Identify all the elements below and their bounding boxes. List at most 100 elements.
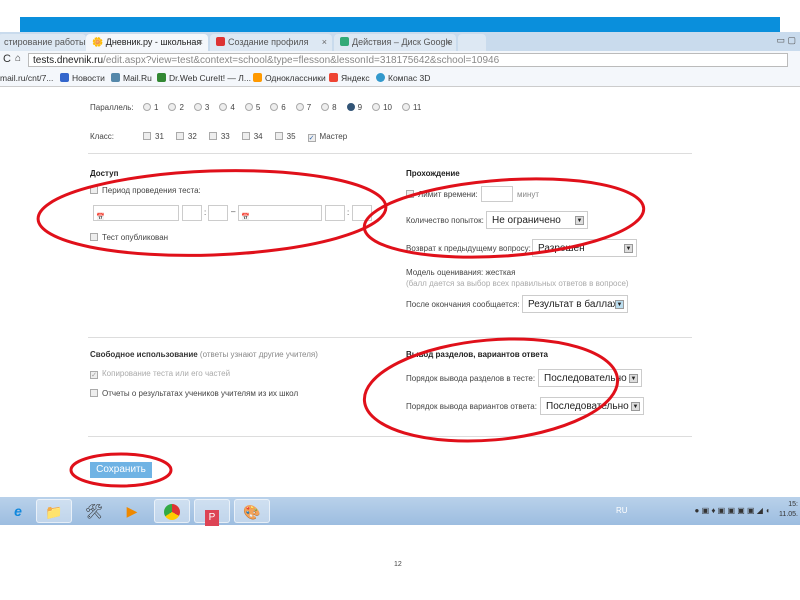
parallel-radio-9[interactable]: 9 <box>346 103 362 112</box>
start-hour-input[interactable] <box>182 205 202 221</box>
parallel-radio-4[interactable]: 4 <box>219 103 235 112</box>
parallel-radio-6[interactable]: 6 <box>270 103 286 112</box>
end-minute-input[interactable] <box>352 205 372 221</box>
chrome-icon[interactable] <box>154 499 190 523</box>
radio-icon[interactable] <box>168 103 177 111</box>
return-select[interactable]: Разрешен ▼ <box>532 239 637 257</box>
home-icon[interactable]: ⌂ <box>15 53 21 64</box>
radio-icon[interactable] <box>270 103 279 111</box>
tool-icon[interactable]: 🛠 <box>76 499 112 523</box>
chevron-down-icon[interactable]: ▼ <box>575 216 584 225</box>
radio-icon[interactable] <box>193 103 202 111</box>
divider <box>88 436 692 437</box>
class-checkbox-34[interactable]: 34 <box>241 132 263 141</box>
window-controls[interactable]: ▭ ▢ <box>776 35 796 46</box>
time-limit-checkbox[interactable]: Лимит времени: <box>406 190 478 199</box>
chevron-down-icon[interactable]: ▼ <box>631 402 640 411</box>
ie-icon[interactable]: e <box>0 499 36 523</box>
sections-order-select[interactable]: Последовательно ▼ <box>538 369 642 387</box>
bookmark-odnoklassniki[interactable]: Одноклассники <box>253 73 326 83</box>
powerpoint-icon[interactable]: P <box>194 499 230 526</box>
return-value: Разрешен <box>538 243 585 254</box>
parallel-radio-7[interactable]: 7 <box>295 103 311 112</box>
time-separator: : <box>204 208 207 217</box>
parallel-radio-11[interactable]: 11 <box>401 103 421 112</box>
parallel-option-label: 2 <box>179 103 184 112</box>
bookmark-label: Одноклассники <box>265 73 326 83</box>
bookmark-news[interactable]: Новости <box>60 73 105 83</box>
tab-dnevnik[interactable]: 🌼 Дневник.ру - школьная × <box>86 34 208 51</box>
radio-icon[interactable] <box>321 103 330 111</box>
checkbox-icon[interactable] <box>241 132 250 140</box>
published-label: Тест опубликован <box>102 233 169 242</box>
close-icon[interactable]: × <box>198 37 203 47</box>
checkbox-icon[interactable] <box>175 132 184 140</box>
period-checkbox[interactable]: Период проведения теста: <box>90 186 201 195</box>
chevron-down-icon[interactable]: ▼ <box>629 374 638 383</box>
tab-work[interactable]: стирование работы <box>0 34 86 51</box>
bookmark-yandex[interactable]: Яндекс <box>329 73 370 83</box>
start-date-input[interactable]: 📅 <box>93 205 179 221</box>
class-checkbox-Мастер[interactable]: ✓ Мастер <box>307 132 348 142</box>
save-button[interactable]: Сохранить <box>90 462 152 478</box>
class-checkbox-35[interactable]: 35 <box>274 132 296 141</box>
close-icon[interactable]: × <box>446 37 451 47</box>
radio-icon[interactable] <box>346 103 355 111</box>
class-option-label: Мастер <box>319 132 348 141</box>
after-select[interactable]: Результат в баллах ▼ <box>522 295 628 313</box>
calendar-icon[interactable]: 📅 <box>241 214 250 221</box>
time-limit-input[interactable] <box>481 186 513 202</box>
checkbox-icon[interactable]: ✓ <box>307 134 316 142</box>
close-icon[interactable]: × <box>322 37 327 47</box>
checkbox-icon[interactable] <box>143 132 151 140</box>
bookmark-kompas[interactable]: Компас 3D <box>376 73 430 83</box>
answers-order-label: Порядок вывода вариантов ответа: <box>406 402 537 411</box>
reports-checkbox[interactable]: Отчеты о результатах учеников учителям и… <box>90 389 298 398</box>
answers-order-select[interactable]: Последовательно ▼ <box>540 397 644 415</box>
chevron-down-icon[interactable]: ▼ <box>624 244 633 253</box>
end-hour-input[interactable] <box>325 205 345 221</box>
class-option-label: 35 <box>286 132 296 141</box>
bookmark-label: Яндекс <box>341 73 370 83</box>
tab-drive[interactable]: Действия – Диск Google × <box>334 34 456 51</box>
explorer-icon[interactable]: 📁 <box>36 499 72 523</box>
published-checkbox[interactable]: Тест опубликован <box>90 233 168 242</box>
new-tab-button[interactable] <box>458 34 486 51</box>
radio-icon[interactable] <box>372 103 381 111</box>
radio-icon[interactable] <box>295 103 304 111</box>
radio-icon[interactable] <box>244 103 253 111</box>
tab-profile[interactable]: Создание профиля × <box>210 34 332 51</box>
parallel-radio-5[interactable]: 5 <box>244 103 260 112</box>
reload-icon[interactable]: C <box>3 53 11 65</box>
paint-icon[interactable]: 🎨 <box>234 499 270 523</box>
checkbox-icon[interactable] <box>208 132 217 140</box>
parallel-radio-1[interactable]: 1 <box>143 103 158 112</box>
system-tray-icons[interactable]: ● ▣ ♦ ▣ ▣ ▣ ▣ ◢ ◖ <box>695 506 770 515</box>
parallel-radio-2[interactable]: 2 <box>168 103 184 112</box>
copy-checkbox[interactable]: ✓ Копирование теста или его частей <box>90 369 230 379</box>
time-limit-label: Лимит времени: <box>418 190 478 199</box>
class-checkbox-32[interactable]: 32 <box>175 132 197 141</box>
calendar-icon[interactable]: 📅 <box>96 214 105 221</box>
attempts-select[interactable]: Не ограничено ▼ <box>486 211 588 229</box>
end-date-input[interactable]: 📅 <box>238 205 322 221</box>
divider <box>88 153 692 154</box>
parallel-radio-3[interactable]: 3 <box>193 103 209 112</box>
radio-icon[interactable] <box>219 103 228 111</box>
parallel-radio-8[interactable]: 8 <box>321 103 337 112</box>
parallel-radio-10[interactable]: 10 <box>372 103 392 112</box>
bookmark-mailru[interactable]: Mail.Ru <box>111 73 152 83</box>
class-checkbox-33[interactable]: 33 <box>208 132 230 141</box>
url-input[interactable]: tests.dnevnik.ru/edit.aspx?view=test&con… <box>28 53 788 67</box>
bookmark-drweb[interactable]: Dr.Web CureIt! — Л... <box>157 73 251 83</box>
radio-icon[interactable] <box>143 103 151 111</box>
radio-icon[interactable] <box>401 103 410 111</box>
chevron-down-icon[interactable]: ▼ <box>615 300 624 309</box>
clock[interactable]: 15: 11.05. <box>779 500 798 520</box>
start-minute-input[interactable] <box>208 205 228 221</box>
media-player-icon[interactable]: ▶ <box>114 499 150 523</box>
class-checkbox-31[interactable]: 31 <box>143 132 164 141</box>
bookmark-mailru-cnt[interactable]: mail.ru/cnt/7... <box>0 73 53 83</box>
language-indicator[interactable]: RU <box>616 506 628 515</box>
checkbox-icon[interactable] <box>274 132 283 140</box>
